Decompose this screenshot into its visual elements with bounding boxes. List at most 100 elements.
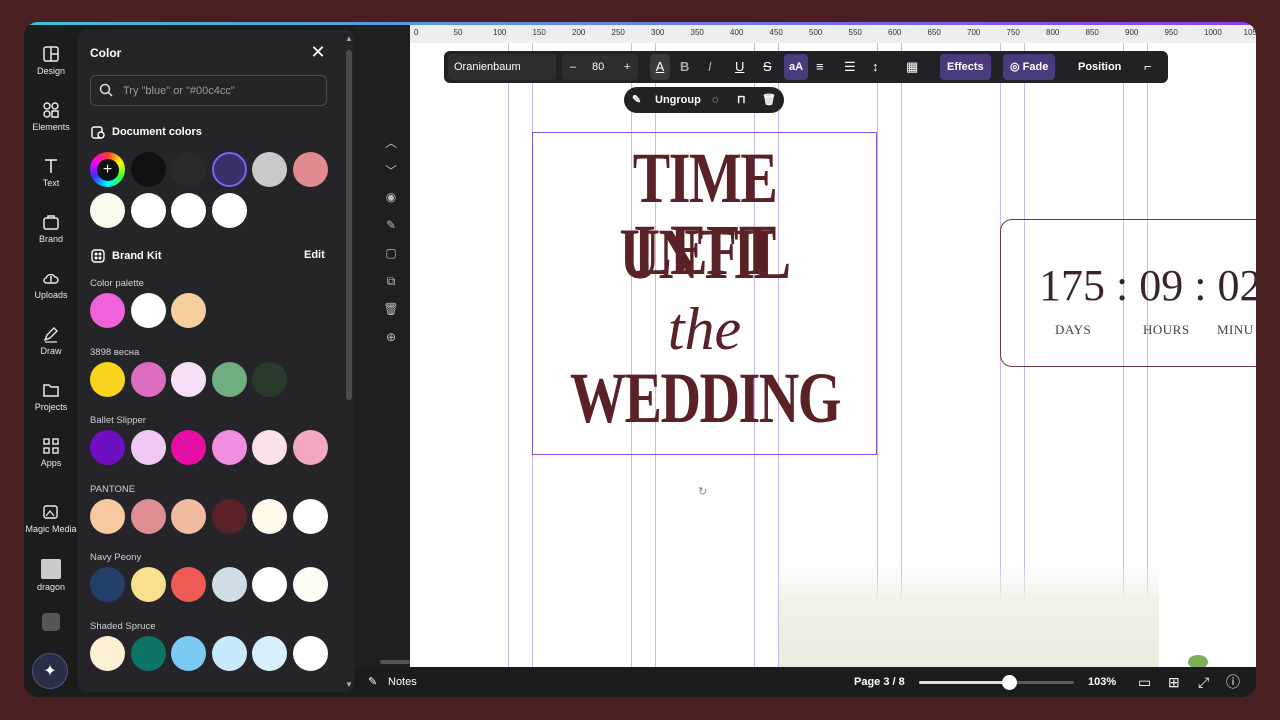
rail-uploads[interactable]: Uploads	[24, 269, 78, 300]
edit-brand-kit-button[interactable]: Edit	[304, 249, 325, 261]
palette-swatch[interactable]	[171, 635, 206, 671]
rail-brand[interactable]: Brand	[24, 213, 78, 244]
rail-text[interactable]: Text	[24, 157, 78, 188]
chevron-up-icon[interactable]: ︿	[381, 134, 401, 162]
font-size-value[interactable]: 80	[592, 54, 604, 80]
decrease-size-button[interactable]: –	[570, 54, 576, 80]
heading-line-2[interactable]: UNTIL	[570, 218, 839, 290]
rail-magic-media[interactable]: Magic Media	[24, 503, 78, 534]
color-swatch[interactable]	[130, 193, 166, 228]
color-swatch[interactable]	[211, 193, 247, 228]
palette-swatch[interactable]	[130, 361, 166, 397]
paint-roller-icon[interactable]: ⌐	[1144, 51, 1152, 83]
notes-button[interactable]: Notes	[388, 667, 417, 697]
color-swatch[interactable]	[171, 193, 206, 228]
palette-swatch[interactable]	[90, 635, 125, 671]
palette-swatch[interactable]	[292, 567, 328, 602]
effects-button[interactable]: Effects	[940, 54, 991, 80]
letter-case-button[interactable]: aA	[784, 54, 809, 80]
pages-view-icon[interactable]: ▭	[1138, 667, 1151, 697]
palette-swatch[interactable]	[130, 293, 166, 328]
magic-edit-icon[interactable]: ✎	[632, 87, 641, 113]
palette-swatch[interactable]	[292, 430, 328, 465]
page-indicator[interactable]: Page 3 / 8	[854, 667, 905, 697]
color-swatch[interactable]	[130, 152, 166, 187]
color-search-input[interactable]	[121, 81, 320, 101]
panel-scrollbar[interactable]: ▲ ▼	[344, 32, 354, 692]
eye-icon[interactable]: ◉	[381, 190, 401, 218]
color-search[interactable]	[90, 75, 327, 106]
scroll-up-icon[interactable]: ▲	[345, 34, 353, 43]
palette-swatch[interactable]	[252, 361, 287, 397]
align-center-icon[interactable]: ≡	[816, 51, 824, 83]
bold-button[interactable]: B	[680, 51, 689, 83]
magic-sparkle-button[interactable]: ✦	[32, 653, 68, 689]
zoom-level[interactable]: 103%	[1088, 667, 1116, 697]
palette-swatch[interactable]	[211, 361, 247, 397]
palette-swatch[interactable]	[130, 567, 166, 602]
add-color-button[interactable]: +	[90, 152, 125, 187]
palette-swatch[interactable]	[211, 430, 247, 465]
color-swatch[interactable]	[90, 193, 125, 228]
color-swatch[interactable]	[252, 152, 287, 187]
increase-size-button[interactable]: +	[624, 54, 630, 80]
color-swatch[interactable]	[211, 152, 247, 187]
palette-swatch[interactable]	[90, 498, 125, 534]
palette-swatch[interactable]	[171, 498, 206, 534]
palette-swatch[interactable]	[252, 635, 287, 671]
palette-swatch[interactable]	[292, 635, 328, 671]
palette-swatch[interactable]	[90, 361, 125, 397]
grid-view-icon[interactable]: ⊞	[1168, 667, 1180, 697]
scroll-thumb[interactable]	[346, 50, 352, 400]
list-icon[interactable]: ☰	[844, 51, 856, 83]
unlock-icon[interactable]: ⊓	[737, 87, 746, 113]
scroll-down-icon[interactable]: ▼	[345, 680, 353, 689]
palette-swatch[interactable]	[90, 567, 125, 602]
spacing-icon[interactable]: ↕	[872, 51, 879, 83]
zoom-knob[interactable]	[1001, 675, 1017, 690]
transparency-icon[interactable]: ▦	[906, 51, 918, 83]
decorative-graphic[interactable]	[779, 562, 1159, 667]
rail-apps[interactable]: Apps	[24, 437, 78, 468]
fullscreen-icon[interactable]: ⤢	[1198, 667, 1209, 697]
palette-swatch[interactable]	[171, 430, 206, 465]
palette-swatch[interactable]	[130, 430, 166, 465]
horizontal-scrollbar[interactable]	[380, 660, 410, 664]
lock-icon[interactable]: ▢	[381, 246, 401, 274]
comment-icon[interactable]: ◌	[712, 87, 719, 113]
palette-swatch[interactable]	[252, 567, 287, 602]
trash-icon[interactable]: 🗑︎	[381, 302, 401, 330]
palette-swatch[interactable]	[211, 498, 247, 534]
palette-swatch[interactable]	[171, 293, 206, 328]
palette-swatch[interactable]	[211, 567, 247, 602]
underline-button[interactable]: U	[735, 51, 744, 83]
palette-swatch[interactable]	[252, 498, 287, 534]
note-icon[interactable]: ✎	[381, 218, 401, 246]
rail-design[interactable]: Design	[24, 45, 78, 76]
palette-swatch[interactable]	[171, 567, 206, 602]
palette-swatch[interactable]	[90, 293, 125, 328]
palette-swatch[interactable]	[90, 430, 125, 465]
help-icon[interactable]: ⓘ	[1226, 667, 1240, 697]
color-swatch[interactable]	[171, 152, 206, 187]
duplicate-icon[interactable]: ⧉	[381, 274, 401, 302]
palette-swatch[interactable]	[130, 498, 166, 534]
heading-line-4[interactable]: WEDDING	[570, 362, 841, 434]
italic-button[interactable]: I	[708, 51, 712, 83]
countdown-box[interactable]: 175 : 09 : 02 DAYS HOURS MINU	[1000, 219, 1256, 367]
palette-swatch[interactable]	[211, 635, 247, 671]
close-panel-button[interactable]: ✕	[308, 42, 328, 62]
palette-swatch[interactable]	[171, 361, 206, 397]
add-page-icon[interactable]: ⊕	[381, 330, 401, 358]
palette-swatch[interactable]	[292, 498, 328, 534]
fade-button[interactable]: ◎ Fade	[1003, 54, 1056, 80]
rail-extra[interactable]	[24, 613, 78, 631]
color-swatch[interactable]	[292, 152, 328, 187]
notes-icon[interactable]: ✎	[368, 667, 377, 697]
chevron-down-icon[interactable]: ﹀	[381, 162, 401, 190]
trash-icon[interactable]: 🗑︎	[762, 87, 776, 113]
font-selector[interactable]: Oranienbaum	[448, 54, 556, 80]
rail-draw[interactable]: Draw	[24, 325, 78, 356]
ungroup-button[interactable]: Ungroup	[655, 87, 701, 113]
rail-projects[interactable]: Projects	[24, 381, 78, 412]
